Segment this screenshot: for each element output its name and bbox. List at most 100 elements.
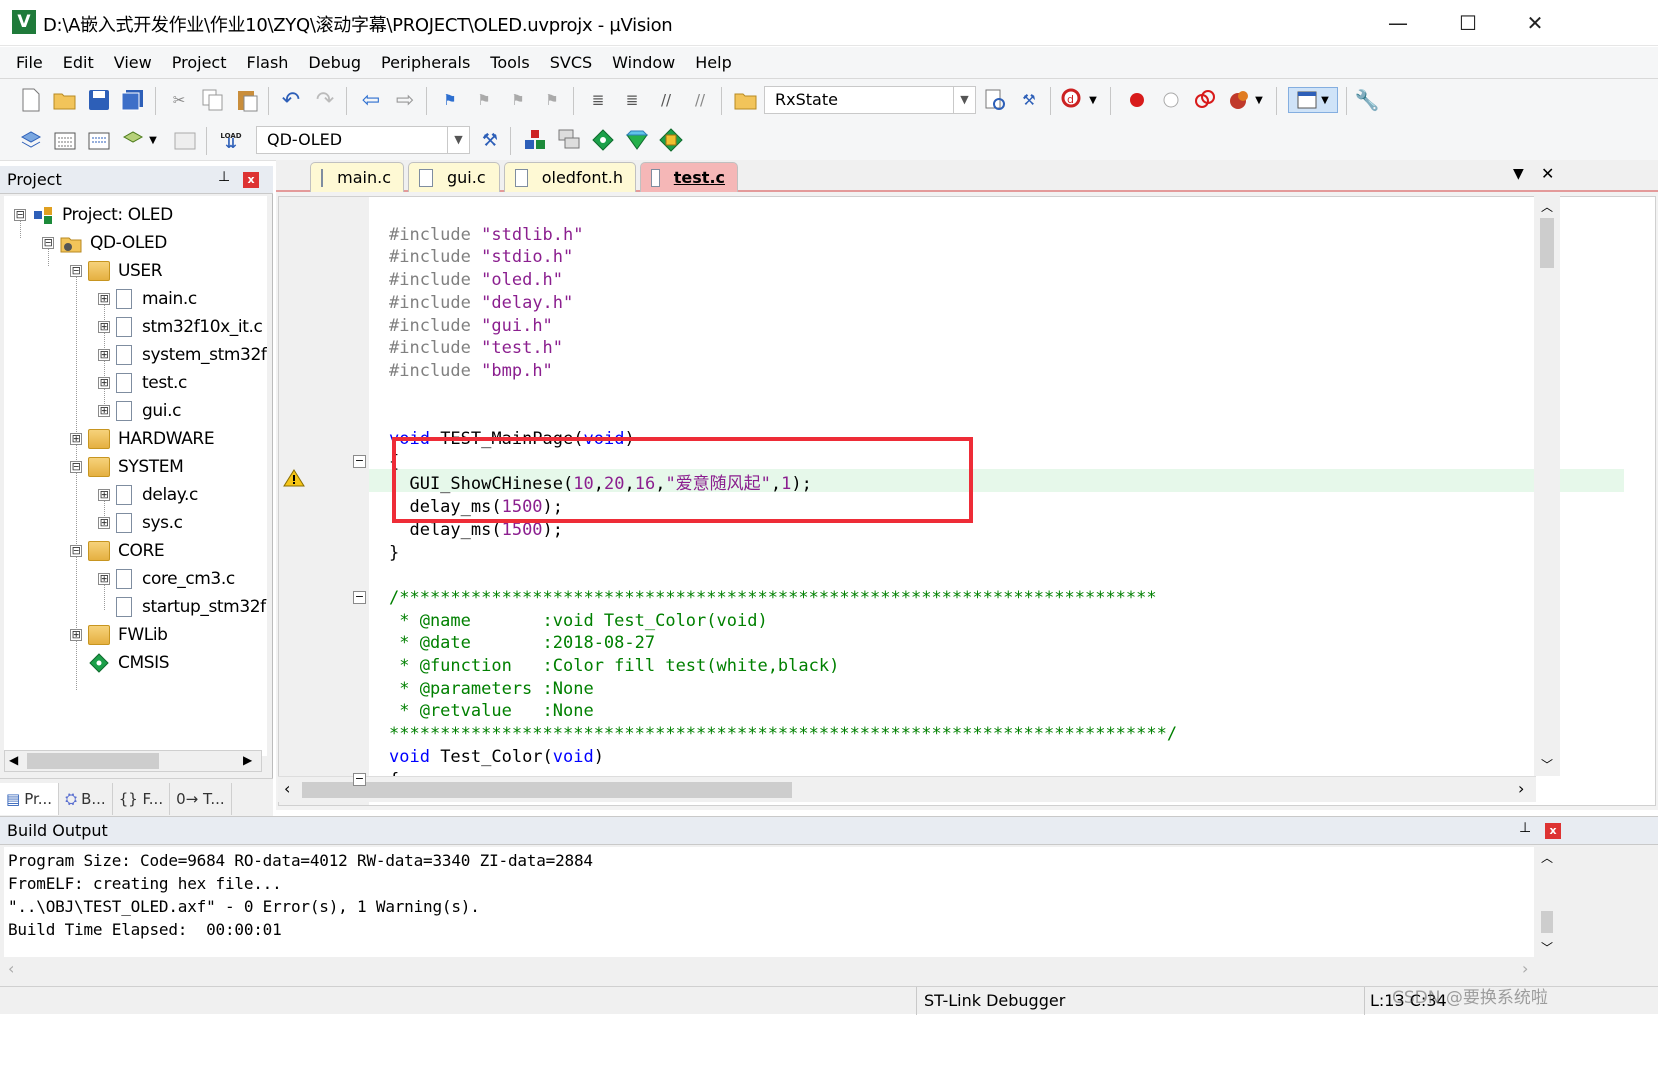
target-select[interactable]: QD-OLED ▼ [256, 126, 470, 154]
expand-toggle[interactable]: ⊞ [98, 321, 110, 333]
code-line[interactable]: 24**************************************… [369, 723, 1624, 746]
code-line[interactable]: 9 [369, 383, 1624, 406]
chevron-down-icon[interactable]: ▼ [953, 87, 975, 113]
tree-node-file[interactable]: ⊞ stm32f10x_it.c [98, 314, 263, 340]
manage-rte-icon[interactable] [556, 127, 582, 153]
menu-tools[interactable]: Tools [480, 47, 539, 79]
expand-toggle[interactable]: ⊞ [98, 517, 110, 529]
expand-toggle[interactable]: ⊞ [98, 405, 110, 417]
scroll-left-icon[interactable]: ‹ [8, 959, 14, 978]
batch-build-icon[interactable] [120, 127, 146, 153]
tree-node-file[interactable]: ⊞ gui.c [98, 398, 181, 424]
menu-window[interactable]: Window [602, 47, 685, 79]
tree-node-group-fwlib[interactable]: ⊞ FWLib [70, 622, 168, 648]
build-horizontal-scrollbar[interactable]: ‹ › [4, 959, 1534, 981]
scroll-down-icon[interactable]: ﹀ [1541, 756, 1553, 773]
build-vertical-scrollbar[interactable]: ︿ ﹀ [1536, 847, 1558, 959]
collapse-toggle[interactable]: ⊟ [70, 461, 82, 473]
debug-session-icon[interactable]: d [1060, 87, 1086, 113]
code-line[interactable]: 10 [369, 405, 1624, 428]
navigate-forward-icon[interactable]: ⇨ [392, 87, 418, 113]
tab-project[interactable]: ▤ Pr... [0, 783, 60, 815]
fold-toggle-icon[interactable]: − [353, 454, 366, 468]
code-line[interactable]: 25void Test_Color(void) [369, 746, 1624, 769]
download-icon[interactable]: LOAD ⇊ [218, 127, 244, 153]
configure-icon[interactable]: 🔧 [1354, 87, 1380, 113]
scroll-left-icon[interactable]: ‹ [284, 779, 290, 798]
chevron-down-icon[interactable]: ▼ [1252, 87, 1266, 113]
project-horizontal-scrollbar[interactable]: ◀ ▶ [4, 750, 262, 772]
tab-gui-c[interactable]: gui.c [408, 162, 500, 192]
find-combo[interactable]: RxState ▼ [764, 86, 976, 114]
save-icon[interactable] [86, 87, 112, 113]
tree-node-file[interactable]: startup_stm32f [116, 594, 266, 620]
unindent-icon[interactable]: ≣ [619, 87, 645, 113]
incremental-find-icon[interactable]: ⚒ [1016, 87, 1042, 113]
tab-list-dropdown-icon[interactable]: ▼ [1513, 166, 1524, 182]
scroll-thumb[interactable] [27, 753, 159, 769]
indent-icon[interactable]: ≣ [585, 87, 611, 113]
breakpoint-insert-icon[interactable] [1124, 87, 1150, 113]
menu-debug[interactable]: Debug [298, 47, 371, 79]
menu-svcs[interactable]: SVCS [540, 47, 602, 79]
tree-node-file[interactable]: ⊞ test.c [98, 370, 187, 396]
tree-node-file[interactable]: ⊞ main.c [98, 286, 197, 312]
scroll-thumb[interactable] [1541, 911, 1553, 933]
close-icon[interactable]: x [243, 172, 259, 188]
tree-node-group-user[interactable]: ⊟ USER [70, 258, 163, 284]
paste-icon[interactable] [234, 87, 260, 113]
chevron-down-icon[interactable]: ▼ [447, 127, 469, 153]
code-line[interactable]: 5#include "delay.h" [369, 292, 1624, 315]
fold-toggle-icon[interactable]: − [353, 590, 366, 604]
code-line[interactable]: 16} [369, 542, 1624, 565]
maximize-button[interactable]: ☐ [1433, 0, 1503, 46]
code-line[interactable]: 7#include "test.h" [369, 337, 1624, 360]
menu-flash[interactable]: Flash [236, 47, 298, 79]
uncomment-icon[interactable]: // [687, 87, 713, 113]
code-line[interactable]: 2#include "stdlib.h" [369, 224, 1624, 247]
bookmark-toggle-icon[interactable]: ⚑ [437, 87, 463, 113]
cut-icon[interactable]: ✂ [166, 87, 192, 113]
code-line[interactable]: 18/*************************************… [369, 587, 1624, 610]
code-line[interactable]: 6#include "gui.h" [369, 315, 1624, 338]
find-in-files-icon[interactable] [733, 87, 759, 113]
code-line[interactable]: 4#include "oled.h" [369, 269, 1624, 292]
menu-help[interactable]: Help [685, 47, 741, 79]
scroll-thumb[interactable] [1540, 218, 1554, 268]
window-layout-icon[interactable]: ▼ [1288, 87, 1338, 113]
pin-icon[interactable]: ⊥ [1519, 820, 1531, 836]
tab-functions[interactable]: {} F... [113, 783, 171, 815]
code-line[interactable]: 21 * @function :Color fill test(white,bl… [369, 655, 1624, 678]
breakpoint-kill-all-icon[interactable] [1226, 87, 1252, 113]
collapse-toggle[interactable]: ⊟ [14, 209, 26, 221]
scroll-up-icon[interactable]: ︿ [1541, 849, 1553, 866]
tree-node-file[interactable]: ⊞ core_cm3.c [98, 566, 235, 592]
expand-toggle[interactable]: ⊞ [98, 573, 110, 585]
undo-icon[interactable]: ↶ [278, 87, 304, 113]
select-packs-icon[interactable] [590, 127, 616, 153]
comment-icon[interactable]: // [653, 87, 679, 113]
fold-toggle-icon[interactable]: − [353, 772, 366, 786]
chevron-down-icon[interactable]: ▼ [1086, 87, 1100, 113]
tree-node-file[interactable]: ⊞ sys.c [98, 510, 183, 536]
code-line[interactable]: 19 * @name :void Test_Color(void) [369, 610, 1624, 633]
redo-icon[interactable]: ↷ [312, 87, 338, 113]
navigate-back-icon[interactable]: ⇦ [358, 87, 384, 113]
scroll-up-icon[interactable]: ︿ [1541, 198, 1553, 215]
scroll-right-icon[interactable]: ▶ [243, 753, 252, 767]
expand-toggle[interactable]: ⊞ [70, 629, 82, 641]
expand-toggle[interactable]: ⊞ [70, 433, 82, 445]
chevron-down-icon[interactable]: ▼ [146, 127, 160, 153]
save-all-icon[interactable] [120, 87, 146, 113]
tab-oledfont-h[interactable]: oledfont.h [504, 162, 636, 192]
build-output-text[interactable]: Program Size: Code=9684 RO-data=4012 RW-… [4, 847, 1534, 957]
bookmark-next-icon[interactable]: ⚑ [505, 87, 531, 113]
expand-toggle[interactable]: ⊞ [98, 349, 110, 361]
expand-toggle[interactable]: ⊞ [98, 293, 110, 305]
expand-toggle[interactable]: ⊞ [98, 377, 110, 389]
target-options-icon[interactable]: ⚒ [477, 127, 503, 153]
breakpoint-enable-icon[interactable] [1158, 87, 1184, 113]
collapse-toggle[interactable]: ⊟ [42, 237, 54, 249]
menu-view[interactable]: View [104, 47, 162, 79]
code-line[interactable]: 23 * @retvalue :None [369, 700, 1624, 723]
